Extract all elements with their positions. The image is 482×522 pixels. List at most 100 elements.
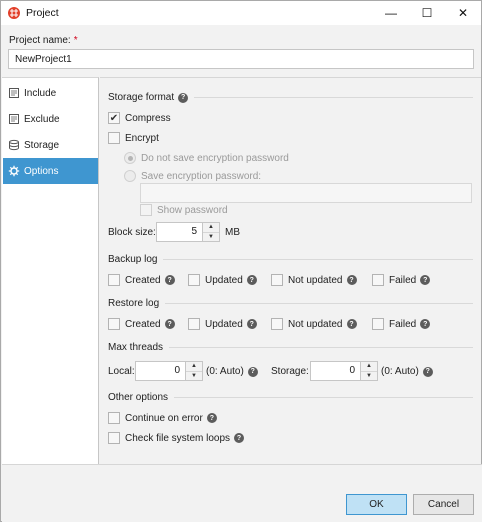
- sidebar-item-label: Storage: [24, 139, 60, 151]
- backup-updated-checkbox[interactable]: Updated ?: [188, 274, 257, 286]
- help-icon[interactable]: ?: [420, 319, 431, 329]
- checkbox-box: [140, 204, 152, 216]
- sidebar-item-label: Include: [24, 87, 57, 99]
- local-threads-spinner[interactable]: 0 ▲ ▼: [135, 361, 203, 381]
- divider: [163, 259, 473, 260]
- block-size-label: Block size:: [108, 227, 156, 238]
- help-icon[interactable]: ?: [422, 366, 433, 377]
- encrypt-checkbox[interactable]: Encrypt: [108, 132, 159, 144]
- help-icon[interactable]: ?: [420, 275, 431, 285]
- encryption-password-field[interactable]: [140, 183, 472, 203]
- checkbox-box: [108, 132, 120, 144]
- backup-log-section: Backup log: [108, 254, 473, 265]
- block-size-value[interactable]: 5: [156, 222, 203, 242]
- storage-threads-label: Storage:: [271, 366, 309, 377]
- maximize-button[interactable]: ☐: [409, 1, 445, 25]
- divider: [174, 397, 473, 398]
- checkbox-box: [108, 274, 120, 286]
- show-password-checkbox[interactable]: Show password: [140, 204, 228, 216]
- spin-down-icon[interactable]: ▼: [186, 372, 202, 381]
- checkbox-label: Created: [125, 274, 161, 286]
- help-icon[interactable]: ?: [178, 92, 189, 103]
- continue-on-error-checkbox[interactable]: Continue on error ?: [108, 412, 217, 424]
- options-panel: Storage format ? ✔ Compress Encrypt Do n…: [100, 77, 481, 464]
- project-name-label-text: Project name:: [9, 35, 71, 46]
- spinner-arrows: ▲ ▼: [203, 222, 220, 242]
- checkbox-label: Created: [125, 318, 161, 330]
- checkbox-label: Updated: [205, 318, 243, 330]
- restore-not-updated-checkbox[interactable]: Not updated ?: [271, 318, 357, 330]
- help-icon[interactable]: ?: [246, 275, 257, 285]
- storage-icon: [8, 139, 20, 151]
- sidebar-item-include[interactable]: Include: [3, 80, 98, 106]
- window-title: Project: [26, 7, 59, 19]
- help-icon[interactable]: ?: [234, 433, 245, 443]
- ok-button[interactable]: OK: [346, 494, 407, 515]
- save-password-radio[interactable]: Save encryption password:: [124, 170, 261, 182]
- project-name-label: Project name: *: [9, 35, 78, 46]
- spin-up-icon[interactable]: ▲: [203, 223, 219, 233]
- checkmark-icon: ✔: [108, 112, 120, 124]
- checkbox-box: [271, 274, 283, 286]
- spin-up-icon[interactable]: ▲: [361, 362, 377, 372]
- storage-threads-hint: (0: Auto) ?: [381, 366, 433, 377]
- restore-failed-checkbox[interactable]: Failed ?: [372, 318, 431, 330]
- include-icon: [8, 87, 20, 99]
- backup-not-updated-checkbox[interactable]: Not updated ?: [271, 274, 357, 286]
- other-options-section: Other options: [108, 392, 473, 403]
- help-icon[interactable]: ?: [346, 319, 357, 329]
- section-title: Other options: [108, 392, 169, 403]
- radio-dot: [124, 170, 136, 182]
- section-title: Backup log: [108, 254, 158, 265]
- compress-checkbox[interactable]: ✔ Compress: [108, 112, 171, 124]
- help-icon[interactable]: ?: [346, 275, 357, 285]
- spin-up-icon[interactable]: ▲: [186, 362, 202, 372]
- storage-threads-value[interactable]: 0: [310, 361, 361, 381]
- no-save-password-radio[interactable]: Do not save encryption password: [124, 152, 289, 164]
- sidebar-item-options[interactable]: Options: [3, 158, 98, 184]
- help-icon[interactable]: ?: [246, 319, 257, 329]
- checkbox-box: [108, 432, 120, 444]
- checkbox-label: Compress: [125, 112, 171, 124]
- spinner-arrows: ▲ ▼: [361, 361, 378, 381]
- project-name-input[interactable]: [8, 49, 474, 69]
- dialog-footer: OK Cancel: [2, 464, 482, 522]
- section-title: Restore log: [108, 298, 160, 309]
- hint-text: (0: Auto): [206, 366, 244, 377]
- check-file-system-loops-checkbox[interactable]: Check file system loops ?: [108, 432, 245, 444]
- max-threads-section: Max threads: [108, 342, 473, 353]
- divider: [169, 347, 473, 348]
- section-title: Storage format: [108, 92, 175, 103]
- checkbox-label: Check file system loops: [125, 432, 231, 444]
- hint-text: (0: Auto): [381, 366, 419, 377]
- restore-log-section: Restore log: [108, 298, 473, 309]
- local-threads-value[interactable]: 0: [135, 361, 186, 381]
- spin-down-icon[interactable]: ▼: [203, 233, 219, 242]
- checkbox-label: Updated: [205, 274, 243, 286]
- help-icon[interactable]: ?: [164, 275, 175, 285]
- project-dialog: Project — ☐ ✕ Project name:* Include Exc…: [0, 0, 482, 522]
- divider: [165, 303, 473, 304]
- sidebar-item-exclude[interactable]: Exclude: [3, 106, 98, 132]
- cancel-button[interactable]: Cancel: [413, 494, 474, 515]
- required-marker: *: [73, 35, 78, 46]
- help-icon[interactable]: ?: [164, 319, 175, 329]
- sidebar-item-storage[interactable]: Storage: [3, 132, 98, 158]
- sidebar: Include Exclude Storage Options: [2, 77, 99, 464]
- minimize-button[interactable]: —: [373, 1, 409, 25]
- radio-label: Do not save encryption password: [141, 152, 289, 164]
- help-icon[interactable]: ?: [247, 366, 258, 377]
- help-icon[interactable]: ?: [206, 413, 217, 423]
- backup-failed-checkbox[interactable]: Failed ?: [372, 274, 431, 286]
- storage-format-section: Storage format ?: [108, 92, 473, 103]
- restore-created-checkbox[interactable]: Created ?: [108, 318, 175, 330]
- storage-threads-spinner[interactable]: 0 ▲ ▼: [310, 361, 378, 381]
- local-threads-hint: (0: Auto) ?: [206, 366, 258, 377]
- close-button[interactable]: ✕: [445, 1, 481, 25]
- backup-created-checkbox[interactable]: Created ?: [108, 274, 175, 286]
- spin-down-icon[interactable]: ▼: [361, 372, 377, 381]
- block-size-spinner[interactable]: 5 ▲ ▼: [156, 222, 220, 242]
- title-bar[interactable]: Project — ☐ ✕: [1, 1, 481, 25]
- checkbox-label: Failed: [389, 274, 417, 286]
- restore-updated-checkbox[interactable]: Updated ?: [188, 318, 257, 330]
